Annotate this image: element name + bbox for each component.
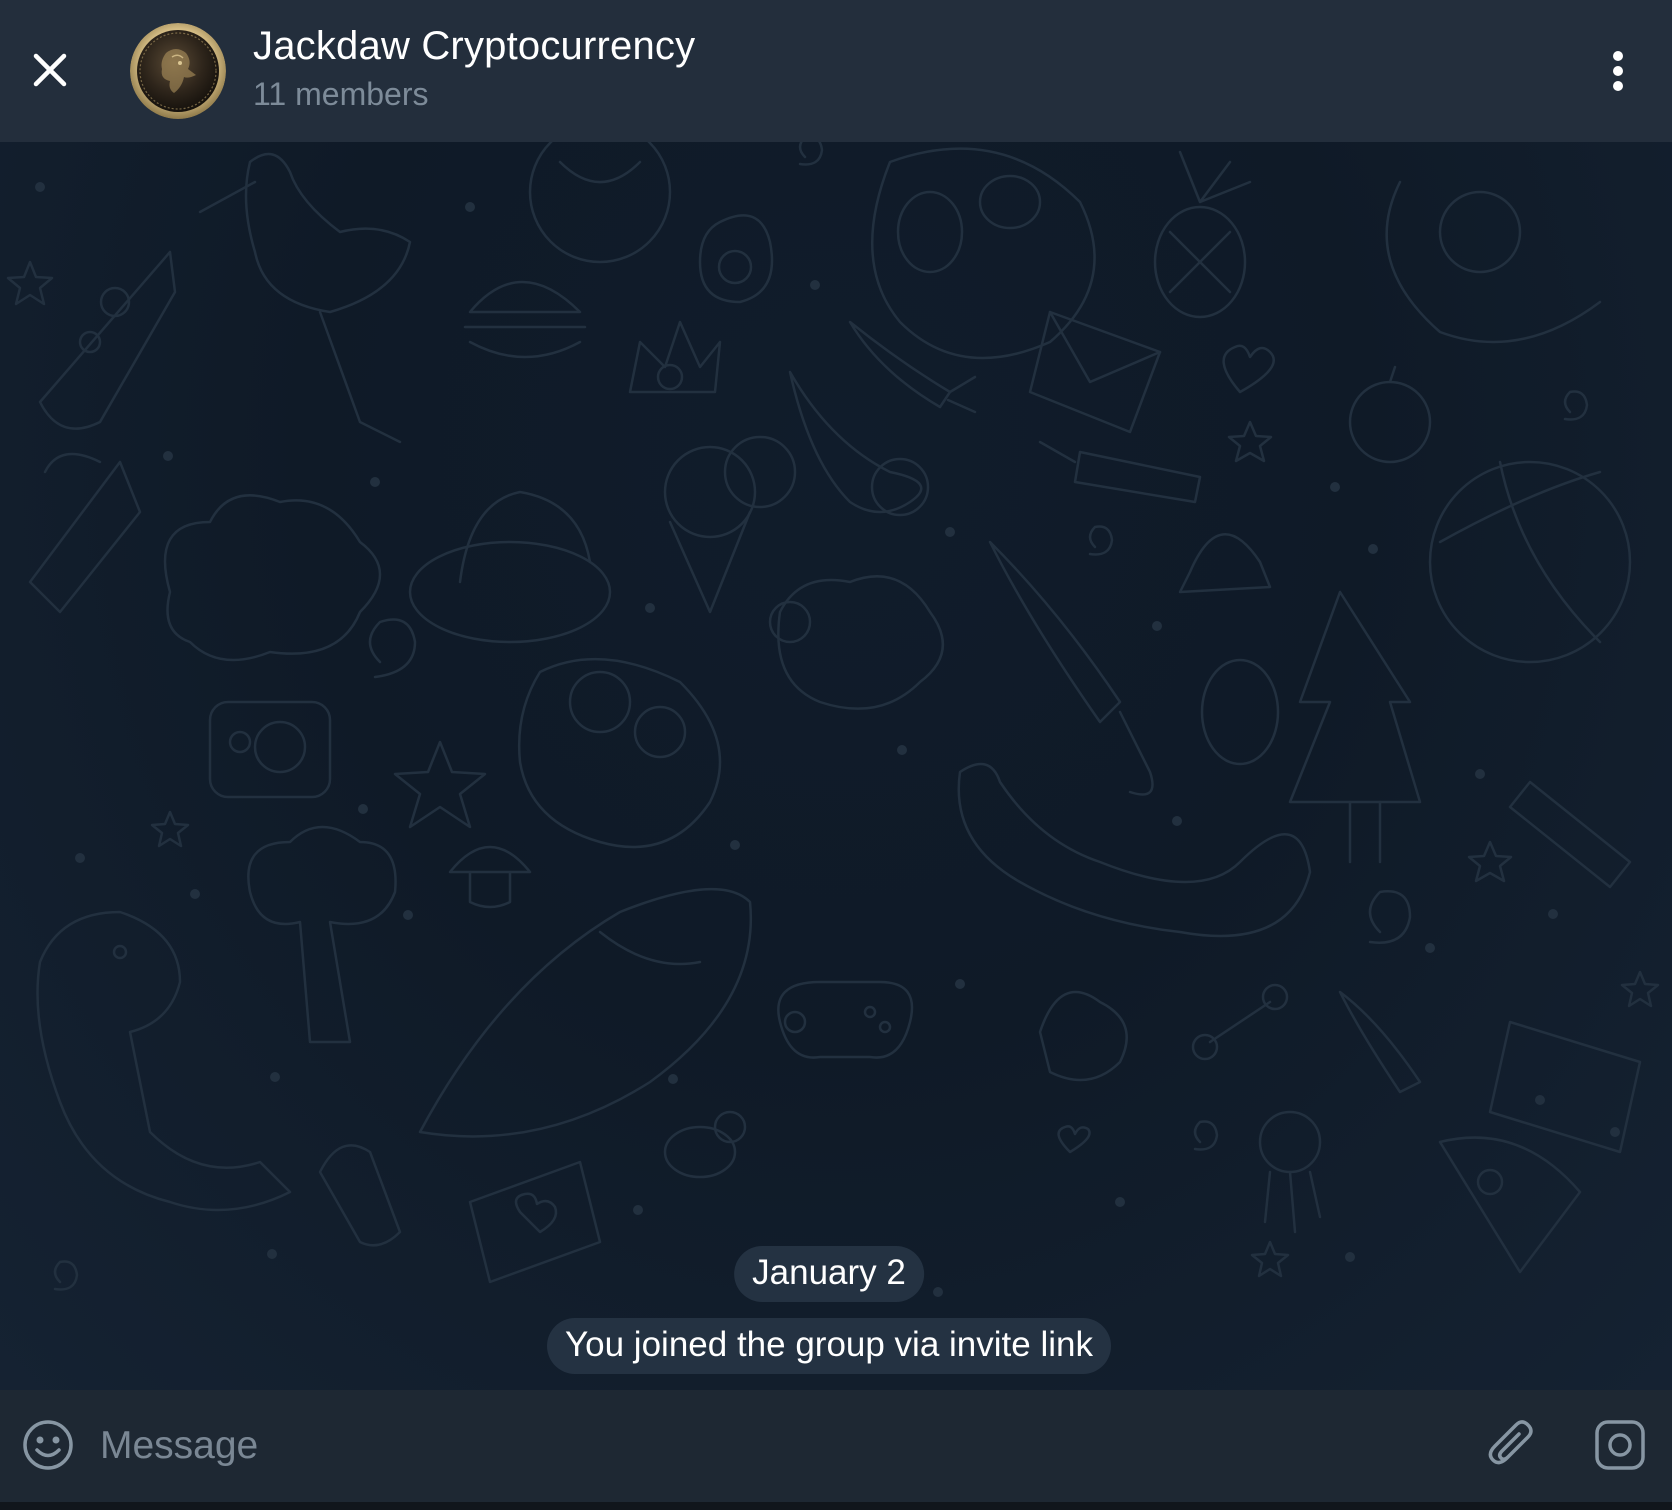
camera-icon — [1595, 1420, 1645, 1470]
camera-button[interactable] — [1588, 1412, 1652, 1478]
bottom-edge — [0, 1502, 1672, 1510]
service-message: You joined the group via invite link — [547, 1318, 1111, 1374]
date-separator: January 2 — [734, 1246, 924, 1302]
close-icon — [33, 53, 67, 87]
chat-header: Jackdaw Cryptocurrency 11 members — [0, 0, 1672, 142]
close-button[interactable] — [20, 30, 80, 110]
message-composer — [0, 1390, 1672, 1502]
smiley-icon — [23, 1420, 73, 1470]
paperclip-icon — [1488, 1420, 1533, 1465]
more-vertical-icon — [1613, 51, 1623, 91]
chat-title[interactable]: Jackdaw Cryptocurrency — [253, 24, 695, 69]
emoji-button[interactable] — [18, 1414, 78, 1476]
more-menu-button[interactable] — [1590, 40, 1646, 102]
chat-messages-area[interactable]: January 2 You joined the group via invit… — [0, 142, 1672, 1390]
telegram-chat-window: Jackdaw Cryptocurrency 11 members Januar… — [0, 0, 1672, 1510]
message-input[interactable] — [100, 1414, 1460, 1478]
member-count: 11 members — [253, 76, 429, 112]
doodle-pattern-background — [6, 142, 1660, 1297]
coin-avatar-icon — [130, 23, 226, 119]
group-avatar[interactable] — [130, 23, 226, 119]
attach-button[interactable] — [1480, 1412, 1544, 1478]
